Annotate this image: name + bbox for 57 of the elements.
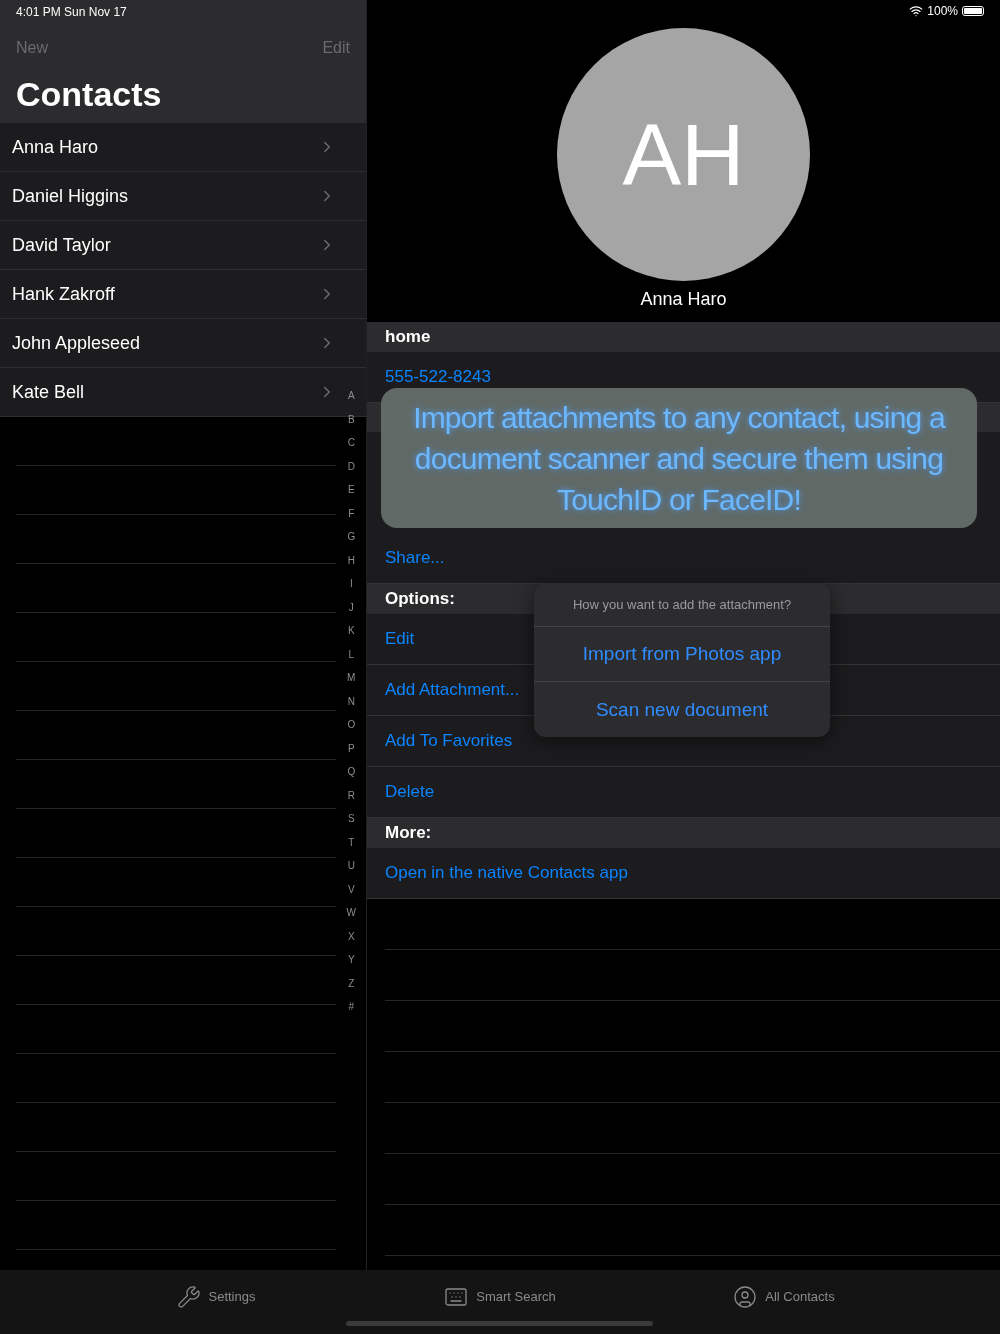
contact-row[interactable]: Daniel Higgins <box>0 172 366 221</box>
tab-item[interactable]: Smart Search <box>358 1270 642 1334</box>
contact-row[interactable]: John Appleseed <box>0 319 366 368</box>
index-letter[interactable]: I <box>349 572 353 596</box>
person-icon <box>733 1284 758 1309</box>
index-letter[interactable]: S <box>347 807 355 831</box>
status-time: 4:01 PM Sun Nov 17 <box>16 4 128 21</box>
page-title: Contacts <box>16 74 163 115</box>
index-letter[interactable]: W <box>346 901 356 925</box>
index-letter[interactable]: F <box>348 501 355 525</box>
battery-percent: 100% <box>927 4 958 18</box>
action-link[interactable]: Add To Favorites <box>385 731 513 751</box>
wifi-icon <box>909 4 924 18</box>
index-letter[interactable]: T <box>348 830 355 854</box>
index-letter[interactable]: # <box>348 995 355 1019</box>
index-letter[interactable]: V <box>347 877 355 901</box>
tab-item[interactable]: All Contacts <box>642 1270 926 1334</box>
index-letter[interactable]: P <box>347 736 355 760</box>
index-letter[interactable]: U <box>347 854 355 878</box>
index-letter[interactable]: H <box>347 548 355 572</box>
promo-banner: Import attachments to any contact, using a document scanner and secure them using TouchID or FaceID! <box>381 388 977 528</box>
section-title: More: <box>385 823 432 843</box>
wrench-icon <box>176 1284 201 1309</box>
share-link[interactable]: Share... <box>385 548 445 568</box>
index-letter[interactable]: E <box>347 478 355 502</box>
index-letter[interactable]: Z <box>348 971 355 995</box>
sheet-action[interactable]: Scan new document <box>534 682 830 737</box>
index-letter[interactable]: O <box>347 713 356 737</box>
index-letter[interactable]: X <box>347 924 355 948</box>
index-letter[interactable]: N <box>347 689 355 713</box>
index-letter[interactable]: K <box>347 619 355 643</box>
index-letter[interactable]: A <box>347 384 355 408</box>
contact-name: Anna Haro <box>640 289 727 310</box>
action-link[interactable]: Delete <box>385 782 435 802</box>
phone-link[interactable]: 555-522-8243 <box>385 367 491 387</box>
section-title: Options: <box>385 589 455 609</box>
sheet-action[interactable]: Import from Photos app <box>534 627 830 682</box>
battery-icon <box>962 6 984 16</box>
index-letter[interactable]: C <box>347 431 355 455</box>
action-link[interactable]: Add Attachment... <box>385 680 520 700</box>
index-letter[interactable]: M <box>347 666 356 690</box>
contact-row[interactable]: David Taylor <box>0 221 366 270</box>
index-letter[interactable]: Q <box>347 760 356 784</box>
sheet-title: How you want to add the attachment? <box>534 583 830 627</box>
index-letter[interactable]: D <box>347 454 355 478</box>
index-letter[interactable]: J <box>348 595 354 619</box>
action-link[interactable]: Edit <box>385 629 415 649</box>
index-letter[interactable]: Y <box>347 948 355 972</box>
index-letter[interactable]: G <box>347 525 356 549</box>
action-link[interactable]: Open in the native Contacts app <box>385 863 628 883</box>
contact-row[interactable]: Hank Zakroff <box>0 270 366 319</box>
tab-item[interactable]: Settings <box>74 1270 358 1334</box>
contact-row[interactable]: Anna Haro <box>0 123 366 172</box>
index-letter[interactable]: R <box>347 783 355 807</box>
section-title: home <box>385 327 431 347</box>
avatar-initials: AH <box>557 28 810 281</box>
index-letter[interactable]: L <box>348 642 355 666</box>
